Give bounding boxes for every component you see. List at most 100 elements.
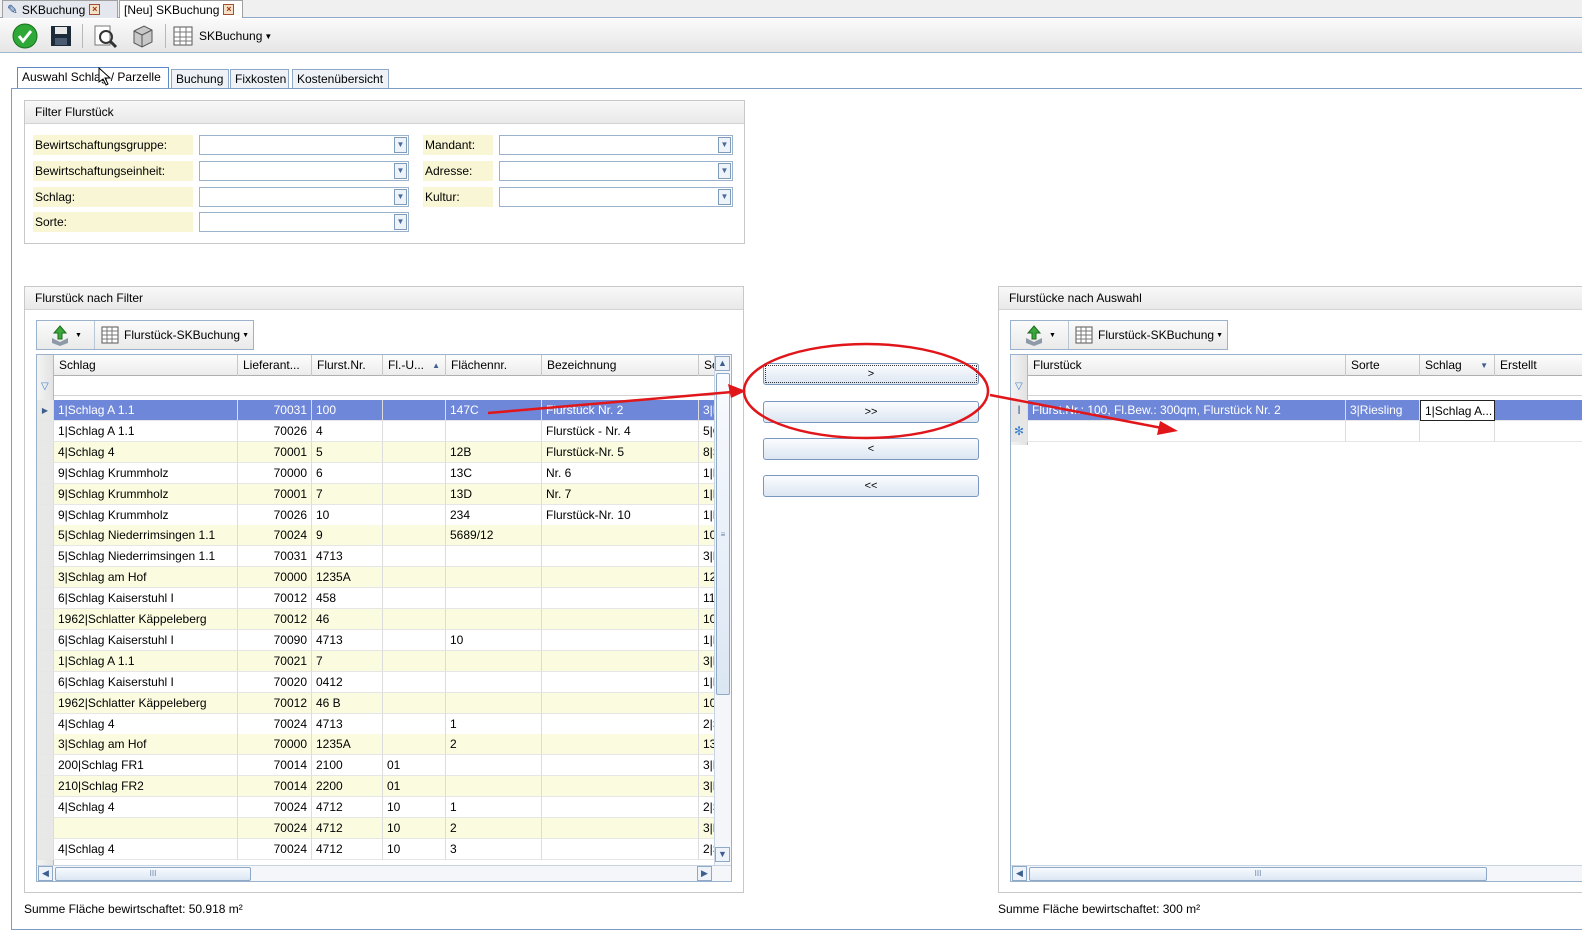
chevron-down-icon[interactable]: ▼: [718, 137, 731, 153]
doc-tab-skbuchung[interactable]: ✎ SKBuchung ×: [2, 0, 118, 18]
export-button[interactable]: ▼: [37, 321, 95, 349]
scroll-thumb[interactable]: III: [55, 867, 251, 881]
col-lieferant[interactable]: Lieferant...: [238, 355, 312, 376]
table-row[interactable]: ▶ 1|Schlag A 1.1 70031 100 147C Flurstück Nr.…: [37, 400, 731, 421]
row-selector-icon[interactable]: ▶: [37, 400, 54, 421]
save-button[interactable]: [47, 22, 75, 50]
table-row[interactable]: 9|Schlag Krummholz 70001 7 13D Nr. 7 1|M: [37, 483, 731, 505]
row-selector[interactable]: [37, 441, 54, 463]
add-selected-button[interactable]: >: [763, 363, 979, 385]
row-selector[interactable]: [37, 504, 54, 526]
scroll-left-icon[interactable]: ◀: [38, 866, 53, 881]
row-selector[interactable]: [37, 609, 54, 630]
row-selector[interactable]: [37, 755, 54, 777]
left-layout-dropdown[interactable]: Flurstück-SKBuchung ▼: [95, 326, 249, 344]
export-button[interactable]: ▼: [1011, 321, 1069, 349]
table-row[interactable]: 6|Schlag Kaiserstuhl I 70012 458 11: [37, 588, 731, 610]
left-horizontal-scrollbar[interactable]: ◀ III ▶: [37, 865, 731, 881]
scroll-right-icon[interactable]: ▶: [697, 866, 712, 881]
table-row[interactable]: 6|Schlag Kaiserstuhl I 70090 4713 10 1|M: [37, 629, 731, 651]
tab-buchung[interactable]: Buchung: [171, 69, 229, 89]
table-row[interactable]: 5|Schlag Niederrimsingen 1.1 70031 4713 3|R: [37, 546, 731, 568]
right-grid[interactable]: Flurstück Sorte Schlag ▼ Erstellt ▽ I Flu…: [1010, 354, 1582, 882]
left-grid[interactable]: Schlag Lieferant... Flurst.Nr. Fl.-U... ▲…: [36, 354, 732, 882]
table-row[interactable]: 3|Schlag am Hof 70000 1235A 2 13: [37, 734, 731, 756]
add-all-button[interactable]: >>: [763, 401, 979, 423]
scroll-up-icon[interactable]: ▲: [715, 356, 730, 371]
table-row[interactable]: 1962|Schlatter Käppeleberg 70012 46 B 10: [37, 692, 731, 714]
table-row[interactable]: 4|Schlag 4 70024 4712 10 1 2|S: [37, 797, 731, 819]
table-row[interactable]: 1962|Schlatter Käppeleberg 70012 46 10: [37, 609, 731, 630]
table-row[interactable]: 9|Schlag Krummholz 70000 6 13C Nr. 6 1|M: [37, 462, 731, 484]
row-selector[interactable]: [37, 567, 54, 589]
row-selector[interactable]: [37, 818, 54, 839]
chevron-down-icon[interactable]: ▼: [394, 163, 407, 179]
close-icon[interactable]: ×: [223, 4, 235, 15]
table-row[interactable]: 4|Schlag 4 70024 4712 10 3 2|S: [37, 838, 731, 860]
save-close-button[interactable]: [11, 22, 39, 50]
table-row[interactable]: 9|Schlag Krummholz 70026 10 234 Flurstück-Nr…: [37, 504, 731, 526]
chevron-down-icon[interactable]: ▼: [394, 189, 407, 205]
table-row[interactable]: 3|Schlag am Hof 70000 1235A 12: [37, 567, 731, 589]
table-row[interactable]: 200|Schlag FR1 70014 2100 01 3|R: [37, 755, 731, 777]
left-filter-row[interactable]: [54, 376, 716, 396]
row-selector[interactable]: [37, 671, 54, 693]
layout-dropdown[interactable]: SKBuchung ▼: [173, 25, 272, 47]
table-row[interactable]: 70024 4712 10 2 3|R: [37, 818, 731, 839]
row-selector[interactable]: [37, 420, 54, 442]
filter-icon[interactable]: ▽: [41, 381, 49, 392]
row-selector[interactable]: [37, 525, 54, 547]
row-selector[interactable]: [37, 588, 54, 610]
row-selector[interactable]: [37, 629, 54, 651]
schlag-combo[interactable]: ▼: [199, 187, 409, 207]
table-row[interactable]: 210|Schlag FR2 70014 2200 01 3|R: [37, 776, 731, 798]
col-fl-u[interactable]: Fl.-U... ▲: [383, 355, 446, 376]
col-flaechennr[interactable]: Flächennr.: [446, 355, 542, 376]
doc-tab-neu-skbuchung[interactable]: [Neu] SKBuchung ×: [119, 0, 243, 18]
row-selector[interactable]: [37, 713, 54, 735]
kultur-combo[interactable]: ▼: [499, 187, 733, 207]
col-bezeichnung[interactable]: Bezeichnung: [542, 355, 699, 376]
table-row[interactable]: 4|Schlag 4 70001 5 12B Flurstück-Nr. 5 8|S: [37, 441, 731, 463]
chevron-down-icon[interactable]: ▼: [394, 214, 407, 230]
bewirtschaftungsgruppe-combo[interactable]: ▼: [199, 135, 409, 155]
tab-auswahl[interactable]: Auswahl Schlag / Parzelle: [17, 67, 169, 89]
scroll-down-icon[interactable]: ▼: [715, 847, 730, 862]
bewirtschaftungseinheit-combo[interactable]: ▼: [199, 161, 409, 181]
row-selector[interactable]: [37, 838, 54, 860]
table-row[interactable]: 4|Schlag 4 70024 4713 1 2|S: [37, 713, 731, 735]
tab-kostenuebersicht[interactable]: Kostenübersicht: [292, 69, 389, 89]
col-sorte[interactable]: Sorte: [1346, 355, 1420, 376]
filter-icon[interactable]: ▽: [1015, 381, 1023, 392]
row-selector[interactable]: [37, 734, 54, 756]
scroll-thumb[interactable]: III: [1029, 867, 1487, 881]
row-selector[interactable]: [37, 797, 54, 819]
remove-all-button[interactable]: <<: [763, 475, 979, 497]
preview-button[interactable]: [91, 22, 119, 50]
right-layout-dropdown[interactable]: Flurstück-SKBuchung ▼: [1069, 326, 1223, 344]
remove-selected-button[interactable]: <: [763, 438, 979, 460]
scroll-left-icon[interactable]: ◀: [1012, 866, 1027, 881]
editing-cell[interactable]: 1|Schlag A...: [1420, 400, 1495, 421]
table-row[interactable]: I Flurst.Nr.: 100, Fl.Bew.: 300qm, Flurs…: [1011, 400, 1582, 421]
print-button[interactable]: [128, 22, 156, 50]
row-selector[interactable]: [37, 462, 54, 484]
scroll-thumb[interactable]: ≡: [716, 373, 730, 695]
left-vertical-scrollbar[interactable]: ▲ ≡ ▼: [714, 355, 731, 865]
chevron-down-icon[interactable]: ▼: [394, 137, 407, 153]
right-horizontal-scrollbar[interactable]: ◀ III: [1011, 865, 1582, 881]
sorte-combo[interactable]: ▼: [199, 212, 409, 232]
col-schlag[interactable]: Schlag: [54, 355, 238, 376]
right-filter-row[interactable]: [1028, 376, 1582, 396]
table-row[interactable]: 5|Schlag Niederrimsingen 1.1 70024 9 5689/1…: [37, 525, 731, 547]
row-selector[interactable]: [37, 692, 54, 714]
col-schlag[interactable]: Schlag ▼: [1420, 355, 1495, 376]
chevron-down-icon[interactable]: ▼: [718, 163, 731, 179]
table-row[interactable]: 1|Schlag A 1.1 70026 4 Flurstück - Nr. 4 5|G: [37, 420, 731, 442]
row-selector[interactable]: [37, 546, 54, 568]
row-selector[interactable]: [37, 650, 54, 672]
close-icon[interactable]: ×: [89, 4, 101, 15]
table-row[interactable]: 1|Schlag A 1.1 70021 7 3|R: [37, 650, 731, 672]
col-erstellt[interactable]: Erstellt: [1495, 355, 1582, 376]
new-row[interactable]: ✻: [1011, 421, 1582, 442]
